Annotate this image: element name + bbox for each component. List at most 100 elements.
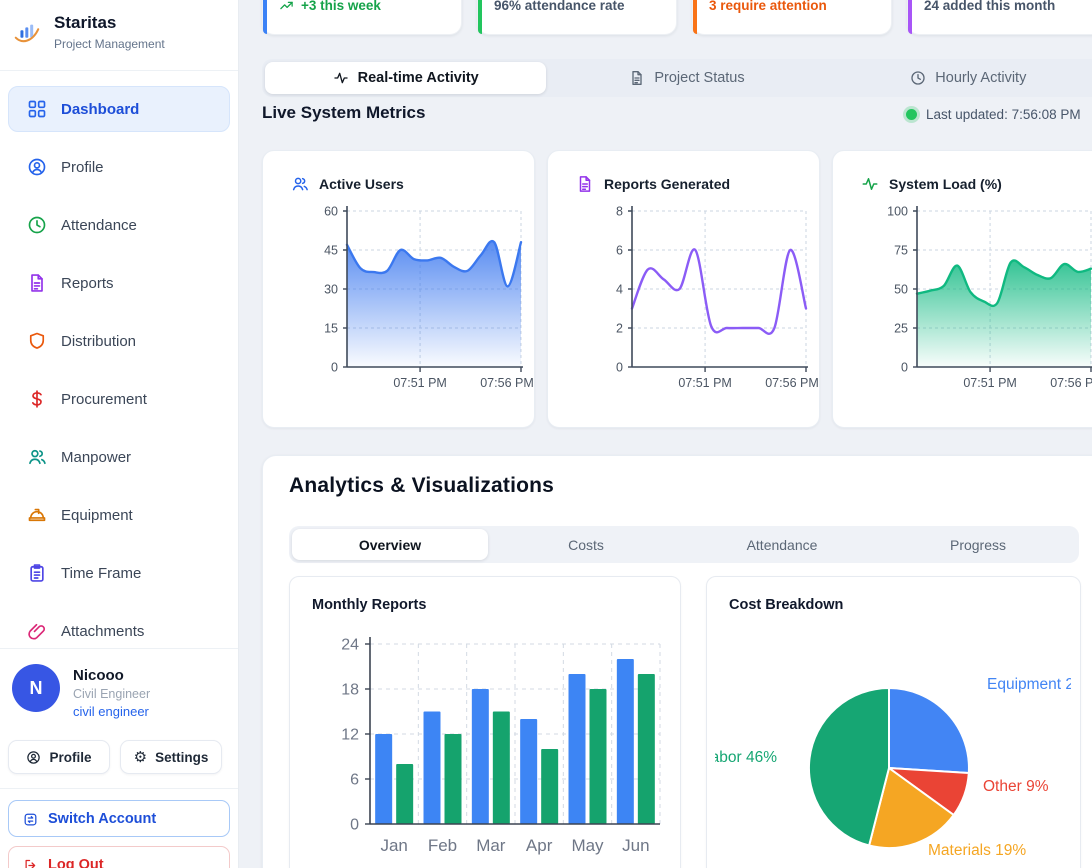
file-text-icon bbox=[629, 70, 645, 86]
stat-card-additions: 24 added this month bbox=[907, 0, 1092, 35]
svg-text:15: 15 bbox=[324, 322, 338, 336]
svg-text:75: 75 bbox=[894, 244, 908, 258]
stat-card-accent bbox=[693, 0, 697, 34]
sidebar-item-reports[interactable]: Reports bbox=[8, 260, 230, 306]
cost-breakdown-chart: Equipment 26%Other 9%Materials 19%Labor … bbox=[715, 605, 1071, 868]
user-actions: Profile ⚙ Settings bbox=[8, 740, 222, 774]
svg-text:8: 8 bbox=[616, 205, 623, 219]
sidebar-item-procurement[interactable]: Procurement bbox=[8, 376, 230, 422]
svg-text:07:56 PM: 07:56 PM bbox=[480, 376, 534, 390]
sidebar-item-equipment[interactable]: Equipment bbox=[8, 492, 230, 538]
sidebar: Staritas Project Management Dashboard Pro… bbox=[0, 0, 239, 868]
sidebar-item-dashboard[interactable]: Dashboard bbox=[8, 86, 230, 132]
activity-tabbar: Real-time Activity Project Status Hourly A… bbox=[262, 59, 1092, 97]
svg-text:Jan: Jan bbox=[380, 836, 407, 855]
system-load-card: System Load (%)025507510007:51 PM07:56 P… bbox=[832, 150, 1092, 428]
brand-logo-icon bbox=[12, 18, 42, 48]
stat-card-attendance: 96% attendance rate bbox=[477, 0, 677, 35]
paperclip-icon bbox=[27, 621, 47, 641]
svg-text:0: 0 bbox=[616, 361, 623, 375]
brand-name: Staritas bbox=[54, 12, 165, 33]
user-role: Civil Engineer bbox=[73, 687, 150, 701]
svg-text:12: 12 bbox=[341, 727, 359, 744]
brand-subtitle: Project Management bbox=[54, 37, 165, 51]
last-updated-text: Last updated: 7:56:08 PM bbox=[926, 107, 1081, 122]
tab-real-time-activity[interactable]: Real-time Activity bbox=[265, 62, 546, 94]
sidebar-divider bbox=[0, 788, 238, 789]
analytics-tab-progress[interactable]: Progress bbox=[880, 529, 1076, 560]
activity-icon bbox=[333, 70, 349, 86]
svg-text:2: 2 bbox=[616, 322, 623, 336]
svg-text:6: 6 bbox=[350, 772, 359, 789]
sidebar-item-time-frame[interactable]: Time Frame bbox=[8, 550, 230, 596]
svg-text:May: May bbox=[571, 836, 604, 855]
tab-hourly-activity[interactable]: Hourly Activity bbox=[828, 62, 1092, 94]
sidebar-item-profile[interactable]: Profile bbox=[8, 144, 230, 190]
tab-label: Progress bbox=[950, 537, 1006, 553]
svg-text:07:51 PM: 07:51 PM bbox=[393, 376, 447, 390]
metric-title: Reports Generated bbox=[604, 176, 730, 192]
file-text-icon bbox=[576, 175, 594, 193]
user-role-link[interactable]: civil engineer bbox=[73, 704, 150, 719]
svg-text:18: 18 bbox=[341, 682, 359, 699]
monthly-reports-title: Monthly Reports bbox=[312, 597, 426, 613]
svg-text:4: 4 bbox=[616, 283, 623, 297]
switch-account-button[interactable]: Switch Account bbox=[8, 800, 230, 837]
svg-text:Jun: Jun bbox=[622, 836, 649, 855]
svg-text:07:56 PM: 07:56 PM bbox=[765, 376, 819, 390]
hard-hat-icon bbox=[27, 505, 47, 525]
pie-label-labor: Labor 46% bbox=[715, 749, 777, 767]
logout-button[interactable]: Log Out bbox=[8, 846, 230, 868]
profile-button[interactable]: Profile bbox=[8, 740, 110, 774]
activity-icon bbox=[861, 175, 879, 193]
user-circle-icon bbox=[27, 157, 47, 177]
sidebar-item-manpower[interactable]: Manpower bbox=[8, 434, 230, 480]
stat-card-label: +3 this week bbox=[301, 0, 381, 13]
svg-text:0: 0 bbox=[350, 817, 359, 834]
users-icon bbox=[291, 175, 309, 193]
trending-up-icon bbox=[279, 0, 294, 13]
pie-label-other: Other 9% bbox=[983, 778, 1048, 796]
user-icon bbox=[26, 750, 41, 765]
svg-text:0: 0 bbox=[331, 361, 338, 375]
sidebar-divider bbox=[0, 648, 238, 649]
svg-text:Feb: Feb bbox=[428, 836, 457, 855]
tab-project-status[interactable]: Project Status bbox=[546, 62, 827, 94]
monthly-reports-chart: JanFebMarAprMayJun06121824 bbox=[290, 629, 670, 868]
metrics-section-title: Live System Metrics bbox=[262, 103, 425, 123]
active-users-header: Active Users bbox=[291, 175, 404, 193]
reports-generated-card: Reports Generated0246807:51 PM07:56 PM bbox=[547, 150, 820, 428]
stat-card-text: +3 this week bbox=[279, 0, 381, 13]
sidebar-item-label: Procurement bbox=[61, 391, 147, 408]
tab-label: Real-time Activity bbox=[358, 70, 479, 86]
tab-label: Costs bbox=[568, 537, 604, 553]
sidebar-item-label: Attendance bbox=[61, 217, 137, 234]
svg-text:24: 24 bbox=[341, 637, 359, 654]
monthly-reports-card: Monthly Reports JanFebMarAprMayJun061218… bbox=[289, 576, 681, 868]
stat-card-accent bbox=[908, 0, 912, 34]
sidebar-item-distribution[interactable]: Distribution bbox=[8, 318, 230, 364]
avatar: N bbox=[12, 664, 60, 712]
tab-label: Project Status bbox=[654, 70, 744, 86]
sidebar-item-label: Profile bbox=[61, 159, 104, 176]
svg-text:30: 30 bbox=[324, 283, 338, 297]
svg-text:Mar: Mar bbox=[476, 836, 506, 855]
system-load-header: System Load (%) bbox=[861, 175, 1002, 193]
sidebar-item-label: Dashboard bbox=[61, 101, 139, 118]
sidebar-item-attendance[interactable]: Attendance bbox=[8, 202, 230, 248]
svg-text:07:51 PM: 07:51 PM bbox=[963, 376, 1017, 390]
tab-label: Overview bbox=[359, 537, 421, 553]
svg-text:07:51 PM: 07:51 PM bbox=[678, 376, 732, 390]
sidebar-divider bbox=[0, 70, 238, 71]
analytics-tab-overview[interactable]: Overview bbox=[292, 529, 488, 560]
stat-card-label: 24 added this month bbox=[924, 0, 1055, 13]
sidebar-nav: Dashboard Profile Attendance Reports Distrib… bbox=[8, 86, 230, 666]
analytics-tab-attendance[interactable]: Attendance bbox=[684, 529, 880, 560]
brand: Staritas Project Management bbox=[12, 12, 165, 51]
stat-card-text: 3 require attention bbox=[709, 0, 827, 13]
settings-button[interactable]: ⚙ Settings bbox=[120, 740, 222, 774]
analytics-tab-costs[interactable]: Costs bbox=[488, 529, 684, 560]
analytics-card: Analytics & Visualizations OverviewCosts… bbox=[262, 455, 1092, 868]
stat-card-label: 3 require attention bbox=[709, 0, 827, 13]
svg-text:60: 60 bbox=[324, 205, 338, 219]
